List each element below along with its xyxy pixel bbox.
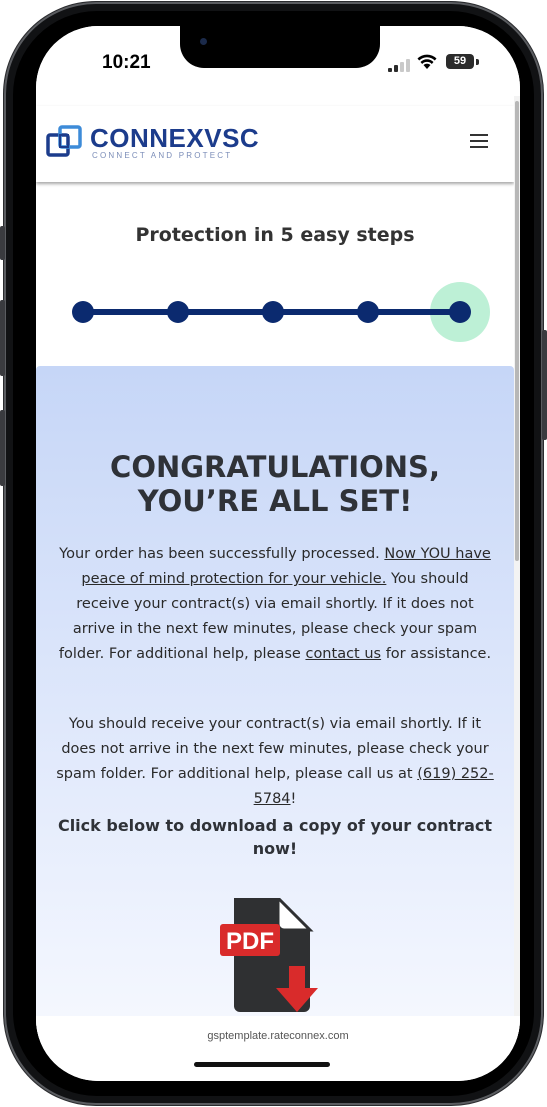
step-progress-indicator — [66, 282, 506, 342]
battery-icon: 59 — [446, 54, 474, 69]
hamburger-menu-icon[interactable] — [470, 134, 488, 150]
action-button — [0, 226, 5, 260]
download-prompt: Click below to download a copy of your c… — [57, 816, 493, 858]
logo-squares-icon — [46, 125, 82, 157]
heading-line-1: CONGRATULATIONS, — [110, 450, 440, 484]
battery-tip — [476, 59, 479, 65]
congratulations-heading: CONGRATULATIONS, YOU’RE ALL SET! — [36, 450, 514, 518]
status-time: 10:21 — [102, 52, 151, 73]
step-3-dot[interactable] — [262, 301, 284, 323]
logo-brand-suffix: VSC — [204, 123, 260, 153]
status-bar: 10:21 59 — [36, 26, 520, 96]
step-2-dot[interactable] — [167, 301, 189, 323]
logo-tagline: CONNECT AND PROTECT — [92, 151, 233, 160]
confirmation-card: CONGRATULATIONS, YOU’RE ALL SET! Your or… — [36, 366, 514, 1056]
email-contract-paragraph: You should receive your contract(s) via … — [56, 712, 494, 812]
volume-up-button — [0, 300, 5, 376]
phone-screen: 10:21 59 CONNEXVSC CONNECT AND PROTECT P… — [36, 26, 520, 1081]
para1-text-a: Your order has been successfully process… — [59, 546, 385, 562]
heading-line-2: YOU’RE ALL SET! — [137, 484, 413, 518]
logo-wordmark: CONNEXVSC — [90, 123, 259, 153]
pdf-download-icon[interactable]: PDF — [212, 898, 332, 1018]
home-indicator[interactable] — [194, 1062, 330, 1067]
site-header: CONNEXVSC CONNECT AND PROTECT — [36, 106, 514, 182]
steps-title: Protection in 5 easy steps — [135, 224, 415, 246]
wifi-icon — [417, 54, 437, 69]
scrollbar-thumb[interactable] — [515, 101, 519, 561]
volume-down-button — [0, 410, 5, 486]
signal-icon — [388, 58, 414, 72]
screenshot-canvas: 10:21 59 CONNEXVSC CONNECT AND PROTECT P… — [0, 0, 547, 1107]
power-button — [542, 330, 547, 440]
pdf-label: PDF — [226, 928, 274, 955]
dynamic-island-notch — [180, 26, 380, 68]
front-camera — [200, 38, 207, 45]
contact-us-link[interactable]: contact us — [305, 646, 381, 662]
step-4-dot[interactable] — [357, 301, 379, 323]
url-text[interactable]: gsptemplate.rateconnex.com — [36, 1030, 520, 1042]
order-processed-paragraph: Your order has been successfully process… — [56, 542, 494, 667]
para1-text-c: for assistance. — [381, 646, 492, 662]
step-5-dot[interactable] — [449, 301, 471, 323]
logo-brand: CONNEX — [90, 123, 205, 153]
para2-text-b: ! — [290, 791, 297, 807]
connexvsc-logo[interactable]: CONNEXVSC CONNECT AND PROTECT — [46, 123, 286, 167]
step-1-dot[interactable] — [72, 301, 94, 323]
browser-url-bar: gsptemplate.rateconnex.com — [36, 1016, 520, 1081]
